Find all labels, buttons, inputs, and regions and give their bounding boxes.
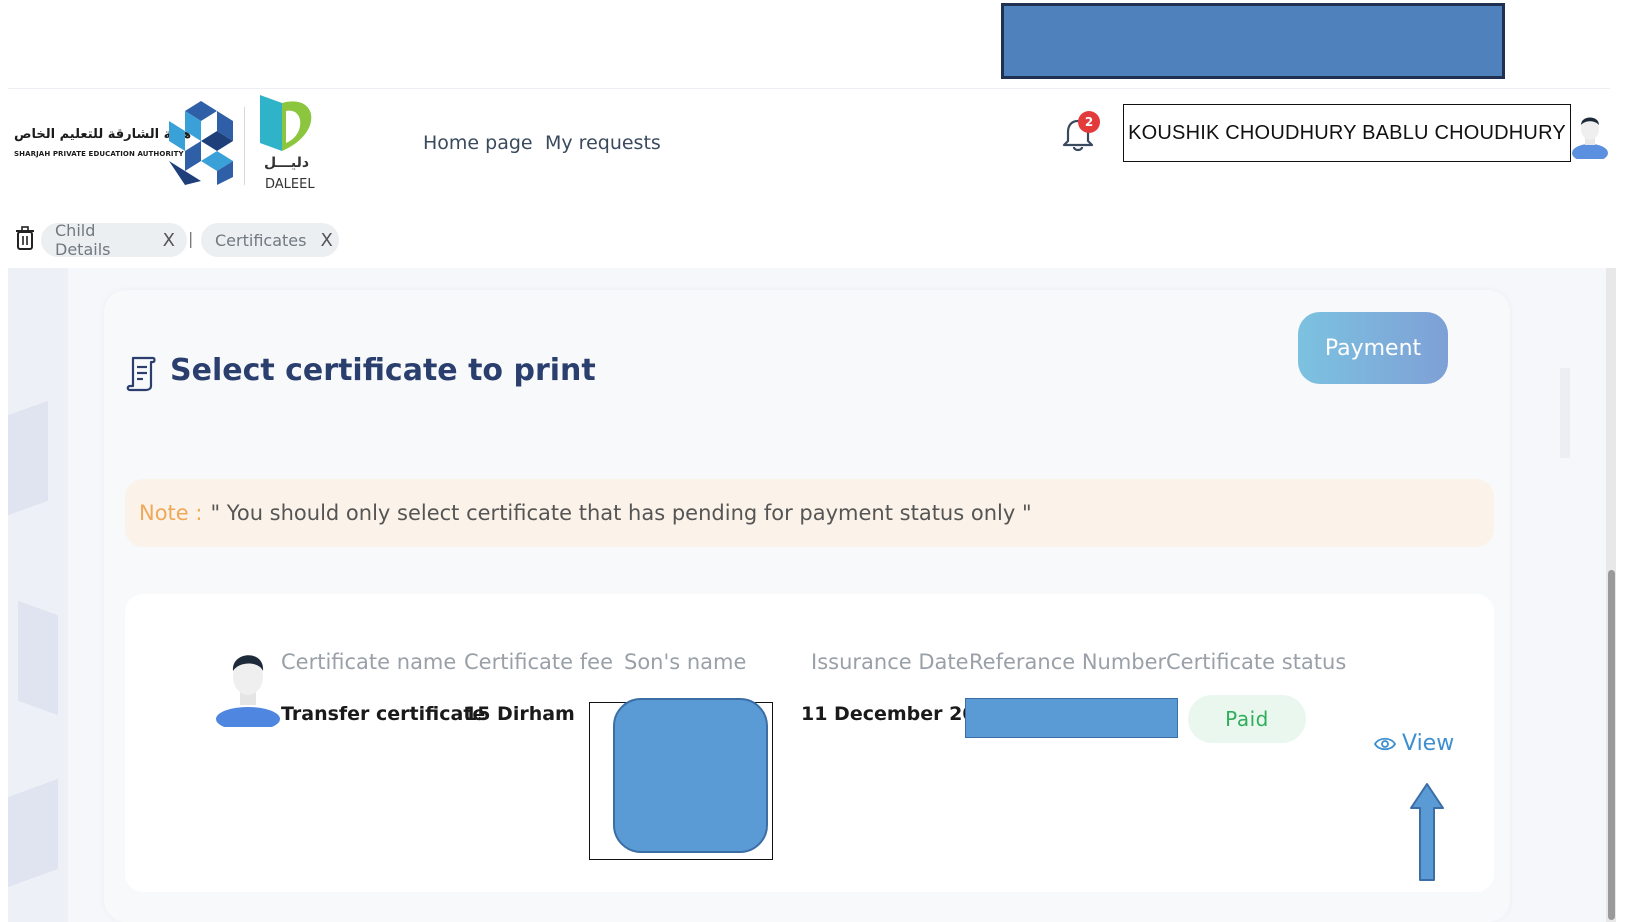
up-arrow-annotation-icon — [1410, 783, 1444, 881]
note-text: " You should only select certificate tha… — [210, 501, 1032, 525]
close-icon[interactable]: X — [163, 230, 175, 251]
status-badge-paid: Paid — [1188, 695, 1306, 743]
app-name-arabic: دليـــل — [264, 155, 310, 171]
cell-certificate-fee: 15 Dirham — [464, 703, 575, 725]
certificate-scroll-icon — [126, 356, 156, 392]
daleel-logo-icon — [260, 95, 312, 151]
child-avatar-icon — [216, 655, 280, 727]
eye-icon — [1374, 737, 1396, 750]
tab-child-details[interactable]: Child Details X — [41, 221, 187, 259]
spea-logo-icon — [169, 101, 233, 185]
user-name-display[interactable]: KOUSHIK CHOUDHURY BABLU CHOUDHURY — [1123, 104, 1571, 162]
notification-count-badge: 2 — [1078, 111, 1100, 133]
top-header: هيئة الشارقة للتعليم الخاص SHARJAH PRIVA… — [8, 88, 1610, 208]
tab-separator: | — [188, 229, 194, 248]
redaction-box-sons-name — [613, 698, 768, 853]
payment-button[interactable]: Payment — [1298, 312, 1448, 384]
logo-divider — [244, 107, 245, 185]
decorative-shape — [8, 400, 48, 516]
decorative-shape — [1560, 368, 1570, 458]
decorative-shape — [8, 778, 58, 888]
app-name-english: DALEEL — [265, 177, 315, 192]
tab-certificates[interactable]: Certificates X — [201, 223, 339, 257]
scrollbar-thumb[interactable] — [1608, 570, 1615, 920]
org-name-english: SHARJAH PRIVATE EDUCATION AUTHORITY — [14, 150, 184, 158]
tab-bar: Child Details X | Certificates X — [8, 207, 1610, 267]
nav-home-page[interactable]: Home page — [423, 132, 533, 154]
tab-certificates-label: Certificates — [215, 230, 307, 250]
column-header-sons-name: Son's name — [624, 650, 747, 674]
note-label: Note : — [139, 501, 203, 525]
user-avatar-icon[interactable] — [1570, 109, 1610, 159]
note-banner: Note : " You should only select certific… — [125, 479, 1494, 547]
page-title: Select certificate to print — [170, 353, 596, 388]
redaction-box-top — [1001, 3, 1505, 79]
nav-my-requests[interactable]: My requests — [545, 132, 661, 154]
column-header-certificate-name: Certificate name — [281, 650, 457, 674]
column-header-referance-number: Referance Number — [969, 650, 1167, 674]
cell-certificate-name: Transfer certificate — [281, 703, 486, 725]
close-icon[interactable]: X — [320, 230, 332, 251]
redaction-box-referance-number — [965, 698, 1178, 738]
certificates-table — [125, 594, 1494, 892]
column-header-certificate-fee: Certificate fee — [464, 650, 613, 674]
decorative-shape — [18, 600, 58, 716]
column-header-certificate-status: Certificate status — [1166, 650, 1347, 674]
view-certificate-link[interactable]: View — [1374, 731, 1454, 756]
trash-icon[interactable] — [14, 225, 36, 251]
view-link-label: View — [1402, 731, 1455, 756]
column-header-issurance-date: Issurance Date — [811, 650, 969, 674]
tab-child-details-label: Child Details — [55, 221, 111, 259]
